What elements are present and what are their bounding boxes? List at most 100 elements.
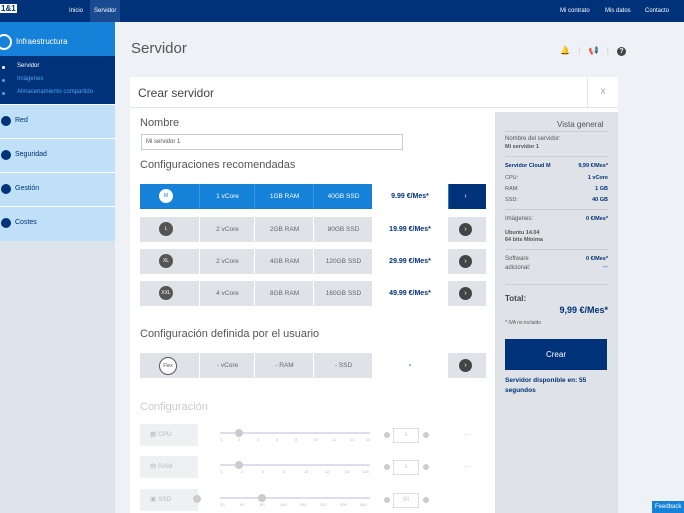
sidebar-subitem-servidor[interactable]: Servidor [17, 63, 39, 69]
ram-summary-label: RAM: [505, 186, 519, 192]
sidebar-subitem-imagenes[interactable]: Imágenes [17, 76, 43, 82]
tick-label: 500 [360, 502, 367, 507]
cpu-label: ▦ CPU [140, 424, 198, 446]
nav-mi-contrato[interactable]: Mi contrato [560, 0, 590, 22]
tick-label: 4 [262, 469, 265, 474]
ssd-value-input[interactable]: 80 [393, 493, 419, 508]
sidebar-item-red[interactable]: Red [0, 104, 115, 139]
sidebar-subitem-almacenamiento[interactable]: Almacenamiento compartido [17, 89, 93, 95]
sidebar: Infraestructura Servidor Imágenes Almace… [0, 22, 115, 513]
plan-row-l[interactable]: L 2 vCore 2GB RAM 80GB SSD 19.99 €/Mes* … [140, 217, 486, 242]
server-name-value: Mi servidor 1 [505, 144, 539, 150]
ram-slider[interactable] [220, 461, 370, 469]
chevron-right-icon[interactable]: › [459, 287, 472, 300]
plan-price: 9,99 €/Mes* [578, 163, 608, 169]
nav-contacto[interactable]: Contacto [645, 0, 669, 22]
cpu-icon: ▦ [150, 431, 158, 438]
nav-inicio[interactable]: Inicio [69, 0, 83, 22]
plan-ram: 1GB RAM [254, 184, 314, 209]
software-dash: --- [602, 264, 609, 270]
plus-icon[interactable] [423, 432, 429, 438]
sidebar-item-seguridad[interactable]: Seguridad [0, 138, 115, 173]
minus-icon[interactable] [384, 497, 390, 503]
slider-handle[interactable] [258, 494, 266, 502]
help-icon[interactable]: ? [617, 47, 627, 56]
divider [505, 209, 608, 210]
cpu-summary-value: 1 vCore [587, 175, 608, 181]
sidebar-item-infraestructura[interactable]: Infraestructura [0, 22, 115, 56]
ssd-slider[interactable] [220, 494, 370, 502]
bell-icon[interactable]: 🔔 [560, 46, 570, 55]
plan-vcore: - vCore [199, 353, 255, 378]
summary-panel: Vista general Nombre del servidor: Mi se… [495, 112, 618, 513]
sidebar-item-costes[interactable]: Costes [0, 206, 115, 241]
minus-icon[interactable] [384, 432, 390, 438]
configuracion-heading: Configuración [140, 401, 208, 413]
tick-label: 20 [220, 502, 225, 507]
plus-icon[interactable] [423, 464, 429, 470]
sidebar-item-gestion[interactable]: Gestión [0, 172, 115, 207]
divider [505, 131, 608, 132]
ram-label-text: RAM [157, 463, 173, 470]
tick-label: 16 [366, 437, 371, 442]
cpu-slider[interactable] [220, 429, 370, 437]
header-icons: 🔔 | 📢 | ? [560, 46, 627, 56]
tick-label: 400 [340, 502, 347, 507]
tick-label: 16 [304, 469, 309, 474]
tick-label: 320 [320, 502, 327, 507]
gear-icon [1, 184, 11, 194]
cpu-summary-label: CPU: [505, 175, 519, 181]
plan-row-flex[interactable]: Flex - vCore - RAM - SSD - › [140, 353, 486, 378]
plan-row-xxl[interactable]: XXL 4 vCore 8GB RAM 160GB SSD 49.99 €/Me… [140, 281, 486, 306]
nav-mis-datos[interactable]: Mis datos [605, 0, 631, 22]
plan-row-xl[interactable]: XL 2 vCore 4GB RAM 120GB SSD 29.99 €/Mes… [140, 249, 486, 274]
ram-value-input[interactable]: 1 [393, 460, 419, 475]
chevron-right-icon[interactable]: › [459, 359, 472, 372]
top-navbar: 1&1 Inicio Servidor Mi contrato Mis dato… [0, 0, 684, 22]
dot-icon [2, 92, 5, 95]
images-price: 0 €/Mes* [585, 216, 608, 222]
nav-servidor[interactable]: Servidor [90, 0, 121, 22]
plan-ssd: 160GB SSD [313, 281, 373, 306]
server-name-input[interactable]: Mi servidor 1 [141, 134, 403, 150]
tick-label: 128 [362, 469, 369, 474]
network-icon [1, 116, 11, 126]
panel-title: Crear servidor [138, 86, 215, 100]
create-button[interactable]: Crear [505, 339, 607, 370]
divider [505, 249, 608, 250]
tick-label: 64 [345, 469, 350, 474]
plan-row-m[interactable]: M 1 vCore 1GB RAM 40GB SSD 9.99 €/Mes* › [140, 184, 486, 209]
megaphone-icon[interactable]: 📢 [589, 46, 599, 55]
chevron-right-icon[interactable]: › [459, 255, 472, 268]
tick-label: 6 [276, 437, 279, 442]
ssd-summary-label: SSD: [505, 197, 518, 203]
plan-vcore: 1 vCore [199, 184, 255, 209]
cpu-value-input[interactable]: 1 [393, 428, 419, 443]
divider [505, 156, 608, 157]
tick-label: 10 [313, 437, 318, 442]
sidebar-item-label: Costes [15, 219, 37, 226]
slider-handle[interactable] [235, 461, 243, 469]
sidebar-item-label: Seguridad [15, 151, 47, 158]
sidebar-submenu: Servidor Imágenes Almacenamiento compart… [0, 56, 115, 104]
divider [505, 284, 608, 285]
server-name-label: Nombre del servidor: [505, 136, 561, 142]
ssd-label: ▣ SSD [140, 489, 198, 511]
brand-logo[interactable]: 1&1 [0, 4, 17, 13]
chevron-right-icon[interactable]: › [459, 223, 472, 236]
tick-label: 4 [257, 437, 260, 442]
plan-badge: Flex [159, 357, 177, 375]
plan-badge: L [159, 222, 173, 236]
close-button[interactable]: x [587, 77, 618, 107]
create-server-panel: Crear servidor x Nombre Mi servidor 1 Co… [130, 77, 618, 513]
plan-badge: M [159, 189, 173, 203]
chevron-right-icon[interactable]: › [459, 190, 472, 203]
active-dot-icon [2, 66, 5, 69]
tick-label: 1 [220, 437, 223, 442]
minus-icon[interactable] [384, 464, 390, 470]
feedback-button[interactable]: Feedback [652, 501, 684, 513]
plan-vcore: 2 vCore [199, 217, 255, 242]
slider-handle[interactable] [235, 429, 243, 437]
add-disk-icon[interactable] [193, 495, 201, 503]
plus-icon[interactable] [423, 497, 429, 503]
